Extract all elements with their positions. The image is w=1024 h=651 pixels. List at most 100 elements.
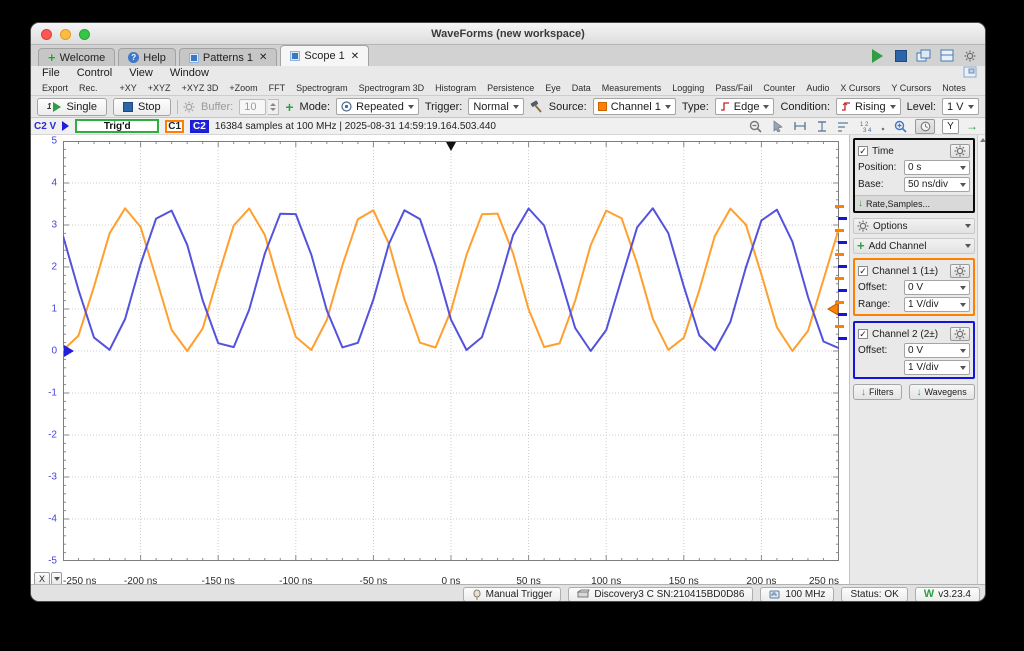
channel1-marker-dash xyxy=(835,229,844,232)
position-select[interactable]: 0 s xyxy=(904,160,970,175)
view-export[interactable]: Export xyxy=(42,83,68,93)
view-counter[interactable]: Counter xyxy=(763,83,795,93)
tab-scope-1[interactable]: Scope 1 ✕ xyxy=(280,45,370,66)
channel-order-button[interactable]: 1 23 4 xyxy=(858,119,873,133)
zoom-window-button[interactable] xyxy=(79,29,90,40)
manual-trigger-icon-button[interactable] xyxy=(530,100,543,114)
view-notes[interactable]: Notes xyxy=(942,83,966,93)
channel1-gear-button[interactable] xyxy=(950,264,970,278)
zoom-fit-button[interactable] xyxy=(748,119,763,133)
buffer-stepper[interactable] xyxy=(268,98,280,115)
tab-help[interactable]: ? Help xyxy=(118,48,176,66)
single-button[interactable]: 1 Single xyxy=(37,97,108,116)
horizontal-measure-button[interactable] xyxy=(792,119,807,133)
minimize-window-button[interactable] xyxy=(60,29,71,40)
view-persistence[interactable]: Persistence xyxy=(487,83,534,93)
plot-area: 5 4 3 2 1 0 -1 -2 -3 -4 -5 -250 ns -200 ns -150 ns -1… xyxy=(31,135,849,587)
channel2-range-select[interactable]: 1 V/div xyxy=(904,360,970,375)
add-acquisition-button[interactable]: + xyxy=(285,99,293,115)
workspace-settings-button[interactable] xyxy=(961,48,978,63)
add-channel-bar[interactable]: + Add Channel xyxy=(853,238,975,254)
channel2-gear-button[interactable] xyxy=(950,327,970,341)
panel-scrollbar[interactable] xyxy=(977,135,985,584)
channel1-offset-select[interactable]: 0 V xyxy=(904,280,970,295)
view-spectrogram-3d[interactable]: Spectrogram 3D xyxy=(359,83,425,93)
oscilloscope-plot[interactable] xyxy=(63,141,839,561)
time-title: Time xyxy=(872,145,894,157)
view-eye[interactable]: Eye xyxy=(545,83,561,93)
view--zoom[interactable]: +Zoom xyxy=(229,83,257,93)
rate-samples-button[interactable]: ↓ Rate,Samples... xyxy=(855,195,973,211)
levels-button[interactable] xyxy=(836,119,851,133)
menu-control[interactable]: Control xyxy=(77,67,112,79)
menu-view[interactable]: View xyxy=(129,67,153,79)
status-button[interactable]: Status: OK xyxy=(841,586,908,601)
y-axis-channel-label[interactable]: C2 V xyxy=(34,121,56,132)
view-measurements[interactable]: Measurements xyxy=(602,83,662,93)
menu-file[interactable]: File xyxy=(42,67,60,79)
view-logging[interactable]: Logging xyxy=(672,83,704,93)
options-bar[interactable]: Options xyxy=(853,218,975,234)
tab-patterns-1[interactable]: Patterns 1 ✕ xyxy=(178,48,278,66)
trigger-value: Normal xyxy=(473,100,509,113)
tab-welcome[interactable]: + Welcome xyxy=(38,48,116,66)
view-spectrogram[interactable]: Spectrogram xyxy=(296,83,348,93)
view-histogram[interactable]: Histogram xyxy=(435,83,476,93)
dock-window-button[interactable] xyxy=(963,66,977,81)
time-gear-button[interactable] xyxy=(950,144,970,158)
view--xyz[interactable]: +XYZ xyxy=(148,83,171,93)
close-window-button[interactable] xyxy=(41,29,52,40)
cascade-windows-button[interactable] xyxy=(915,48,932,63)
y-tick-label: 5 xyxy=(51,135,57,147)
detach-panel-arrow-icon[interactable]: → xyxy=(966,119,978,133)
waveforms-window: WaveForms (new workspace) + Welcome? Help P… xyxy=(30,22,986,602)
channel2-badge[interactable]: C2 xyxy=(190,119,209,133)
filters-button[interactable]: ↓ Filters xyxy=(853,384,902,400)
mode-select[interactable]: Repeated xyxy=(336,98,419,115)
view-fft[interactable]: FFT xyxy=(269,83,286,93)
menu-window[interactable]: Window xyxy=(170,67,209,79)
time-options-button[interactable] xyxy=(915,118,935,134)
tile-windows-button[interactable] xyxy=(938,48,955,63)
tab-close-icon[interactable]: ✕ xyxy=(259,52,267,63)
zoom-in-button[interactable] xyxy=(893,119,908,133)
vertical-measure-button[interactable] xyxy=(814,119,829,133)
view-y-cursors[interactable]: Y Cursors xyxy=(891,83,931,93)
type-select[interactable]: Edge xyxy=(714,98,775,115)
channel2-checkbox[interactable]: ✓ xyxy=(858,329,868,339)
stop-button[interactable]: Stop xyxy=(113,97,171,116)
y-tick-label: 0 xyxy=(51,345,57,357)
buffer-input[interactable]: 10 xyxy=(239,98,267,115)
more-tools-button[interactable] xyxy=(880,119,886,133)
version-button[interactable]: W v3.23.4 xyxy=(914,586,980,601)
channel1-range-select[interactable]: 1 V/div xyxy=(904,297,970,312)
pointer-mode-button[interactable] xyxy=(770,119,785,133)
channel2-offset-select[interactable]: 0 V xyxy=(904,343,970,358)
manual-trigger-button[interactable]: Manual Trigger xyxy=(462,586,562,601)
type-value: Edge xyxy=(733,100,760,113)
view-audio[interactable]: Audio xyxy=(806,83,829,93)
expand-down-icon: ↓ xyxy=(861,386,866,398)
tab-close-icon[interactable]: ✕ xyxy=(351,51,359,62)
run-all-button[interactable] xyxy=(869,48,886,63)
time-checkbox[interactable]: ✓ xyxy=(858,146,868,156)
channel1-badge[interactable]: C1 xyxy=(165,119,185,133)
condition-select[interactable]: Rising xyxy=(836,98,901,115)
level-input[interactable]: 1 V xyxy=(941,98,980,115)
trigger-select[interactable]: Normal xyxy=(468,98,524,115)
view-data[interactable]: Data xyxy=(572,83,591,93)
view-pass-fail[interactable]: Pass/Fail xyxy=(715,83,752,93)
view-x-cursors[interactable]: X Cursors xyxy=(840,83,880,93)
base-select[interactable]: 50 ns/div xyxy=(904,177,970,192)
window-title: WaveForms (new workspace) xyxy=(431,27,585,40)
source-select[interactable]: Channel 1 xyxy=(592,98,676,115)
view--xy[interactable]: +XY xyxy=(120,83,137,93)
view--xyz-3d[interactable]: +XYZ 3D xyxy=(182,83,219,93)
wavegens-button[interactable]: ↓ Wavegens xyxy=(908,384,975,400)
channel1-checkbox[interactable]: ✓ xyxy=(858,266,868,276)
device-button[interactable]: Discovery3 C SN:210415BD0D86 xyxy=(568,586,754,601)
y-axis-button[interactable]: Y xyxy=(942,118,959,134)
frequency-button[interactable]: 100 MHz xyxy=(760,586,835,601)
stop-all-button[interactable] xyxy=(892,48,909,63)
view-rec-[interactable]: Rec. xyxy=(79,83,98,93)
